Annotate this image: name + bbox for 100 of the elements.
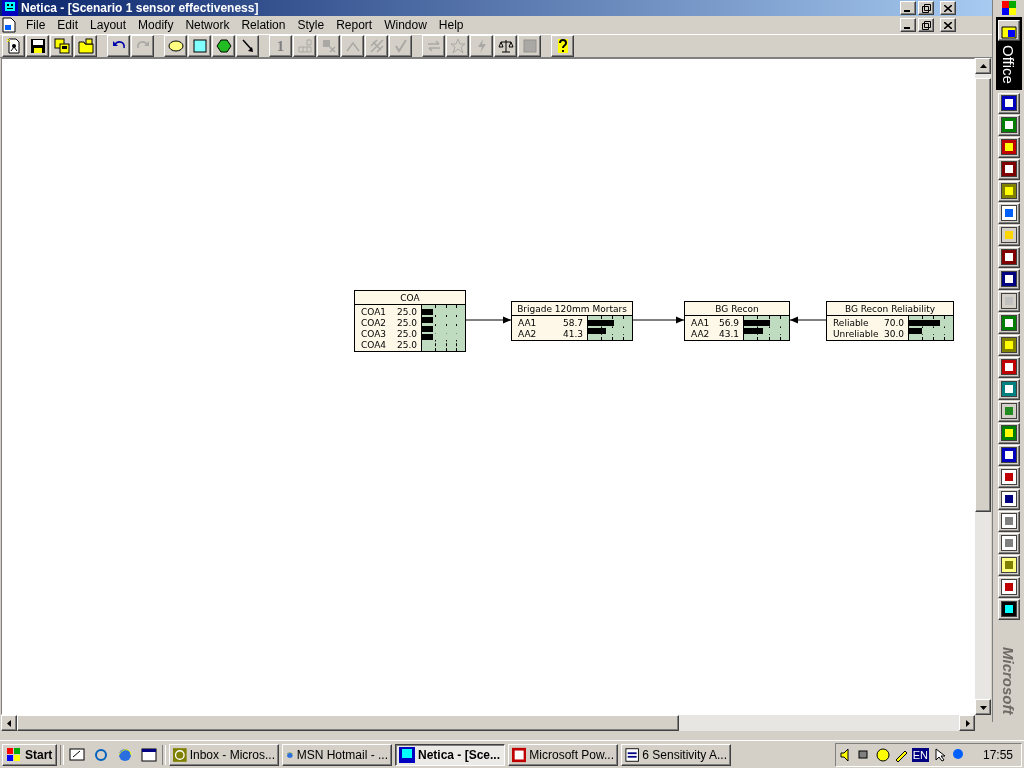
network-node[interactable]: BG Recon Reliability Reliable 70.0 Unreliable 30.0 bbox=[826, 301, 954, 341]
app-tile-icon bbox=[1000, 447, 1017, 464]
app-tile-icon bbox=[1000, 469, 1017, 486]
state-name: AA1 bbox=[518, 317, 538, 328]
restore-button[interactable] bbox=[918, 1, 934, 15]
menu-item[interactable]: Report bbox=[330, 16, 379, 34]
close-icon bbox=[944, 21, 952, 29]
shortcut-button[interactable] bbox=[997, 488, 1020, 510]
state-value: 25.0 bbox=[396, 339, 417, 350]
taskbar-button[interactable]: MSN Hotmail - ... bbox=[282, 743, 392, 766]
menu-item[interactable]: File bbox=[20, 16, 52, 34]
app-tile-icon bbox=[1000, 205, 1017, 222]
menu-item[interactable]: Layout bbox=[84, 16, 133, 34]
shortcut-button[interactable] bbox=[997, 510, 1020, 532]
open-folder-icon bbox=[77, 38, 94, 54]
state-value: 70.0 bbox=[883, 317, 904, 328]
shortcut-button[interactable] bbox=[997, 356, 1020, 378]
app-tile-icon bbox=[1000, 139, 1017, 156]
app-tile-icon bbox=[1000, 579, 1017, 596]
menu-item[interactable]: Help bbox=[432, 16, 470, 34]
shortcut-button[interactable] bbox=[997, 444, 1020, 466]
toolbar-button[interactable] bbox=[107, 35, 130, 57]
toolbar-button[interactable] bbox=[236, 35, 259, 57]
app-tile-icon bbox=[1000, 337, 1017, 354]
language-indicator[interactable]: EN bbox=[911, 747, 929, 762]
toolbar-button[interactable] bbox=[212, 35, 235, 57]
taskbar-button[interactable]: Netica - [Sce... bbox=[395, 743, 505, 766]
app-tile-icon bbox=[1000, 315, 1017, 332]
shortcut-button[interactable] bbox=[997, 268, 1020, 290]
scroll-arrow-button[interactable] bbox=[959, 715, 975, 731]
shortcut-button[interactable] bbox=[997, 312, 1020, 334]
shortcut-button[interactable] bbox=[997, 202, 1020, 224]
state-name: Reliable bbox=[833, 317, 870, 328]
app-icon bbox=[399, 746, 415, 763]
close-button[interactable] bbox=[940, 18, 956, 32]
app-icon bbox=[2, 0, 18, 16]
shortcut-button[interactable] bbox=[997, 136, 1020, 158]
state-value: 58.7 bbox=[562, 317, 583, 328]
app-tile-icon bbox=[1000, 513, 1017, 530]
shortcut-button[interactable] bbox=[997, 598, 1020, 620]
scroll-arrow-button[interactable] bbox=[1, 715, 17, 731]
star-icon bbox=[449, 38, 466, 54]
toolbar-button[interactable] bbox=[551, 35, 574, 57]
toolbar-button[interactable] bbox=[188, 35, 211, 57]
triangle-icon bbox=[979, 62, 987, 70]
shortcut-button[interactable] bbox=[997, 532, 1020, 554]
shortcut-button[interactable] bbox=[997, 422, 1020, 444]
state-name: COA3 bbox=[361, 328, 388, 339]
start-button[interactable]: Start bbox=[2, 743, 57, 766]
shortcut-button[interactable] bbox=[997, 334, 1020, 356]
menu-item[interactable]: Window bbox=[378, 16, 433, 34]
toolbar-button[interactable] bbox=[74, 35, 97, 57]
scroll-thumb[interactable] bbox=[975, 78, 991, 512]
restore-button[interactable] bbox=[918, 18, 934, 32]
scroll-arrow-button[interactable] bbox=[975, 58, 991, 74]
shortcut-button[interactable] bbox=[997, 466, 1020, 488]
taskbar-button[interactable]: Inbox - Micros... bbox=[169, 743, 279, 766]
taskbar-button[interactable]: 6 Sensitivity A... bbox=[621, 743, 731, 766]
desktop-icon bbox=[69, 746, 85, 763]
app-tile-icon bbox=[1000, 425, 1017, 442]
office-menu-button[interactable] bbox=[997, 20, 1020, 41]
menu-item[interactable]: Modify bbox=[132, 16, 180, 34]
menu-item[interactable]: Network bbox=[179, 16, 236, 34]
save-icon bbox=[29, 38, 46, 54]
minimize-button[interactable] bbox=[900, 18, 916, 32]
toolbar-button[interactable] bbox=[26, 35, 49, 57]
toolbar-button[interactable] bbox=[494, 35, 517, 57]
shortcut-button[interactable] bbox=[997, 224, 1020, 246]
office-bar-title: Office bbox=[1000, 45, 1017, 84]
shortcut-button[interactable] bbox=[997, 378, 1020, 400]
shortcut-button[interactable] bbox=[997, 180, 1020, 202]
toolbar-button[interactable] bbox=[2, 35, 25, 57]
shortcut-button[interactable] bbox=[997, 554, 1020, 576]
network-node[interactable]: Brigade 120mm Mortars AA1 58.7 AA2 41.3 bbox=[511, 301, 633, 341]
shortcut-button[interactable] bbox=[997, 576, 1020, 598]
shortcut-button[interactable] bbox=[997, 114, 1020, 136]
network-node[interactable]: COA COA1 25.0 COA2 25.0 COA3 25.0 COA4 25.0 bbox=[354, 290, 466, 352]
shortcut-button[interactable] bbox=[997, 290, 1020, 312]
crossed-links-icon bbox=[368, 38, 385, 54]
network-node[interactable]: BG Recon AA1 56.9 AA2 43.1 bbox=[684, 301, 790, 341]
shortcut-button[interactable] bbox=[997, 400, 1020, 422]
square-frame-icon bbox=[521, 38, 538, 54]
shortcut-button[interactable] bbox=[997, 92, 1020, 114]
toolbar-button[interactable] bbox=[164, 35, 187, 57]
menu-item[interactable]: Edit bbox=[51, 16, 85, 34]
shortcut-button[interactable] bbox=[997, 158, 1020, 180]
taskbar-button[interactable]: Microsoft Pow... bbox=[508, 743, 618, 766]
shortcut-button[interactable] bbox=[997, 246, 1020, 268]
app-tile-icon bbox=[1000, 535, 1017, 552]
scroll-thumb[interactable] bbox=[17, 715, 679, 731]
state-value: 25.0 bbox=[396, 317, 417, 328]
menu-item[interactable]: Relation bbox=[235, 16, 292, 34]
minimize-button[interactable] bbox=[900, 1, 916, 15]
clock-icon bbox=[173, 746, 187, 763]
menu-item[interactable]: Style bbox=[291, 16, 331, 34]
toolbar-button[interactable] bbox=[50, 35, 73, 57]
scroll-arrow-button[interactable] bbox=[975, 699, 991, 715]
close-button[interactable] bbox=[940, 1, 956, 15]
rectangle-icon bbox=[191, 38, 208, 54]
app-tile-icon bbox=[1000, 601, 1017, 618]
